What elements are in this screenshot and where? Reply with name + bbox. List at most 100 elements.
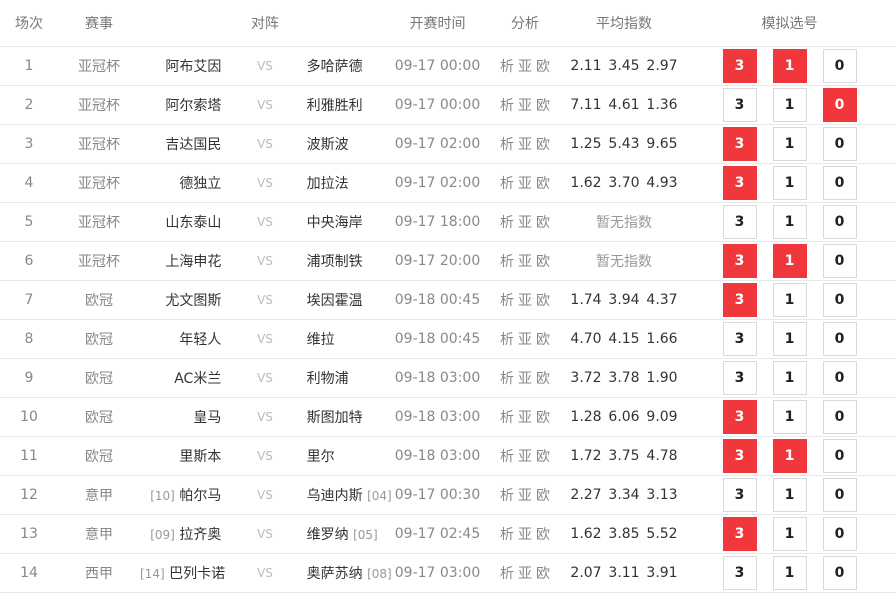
pick-3-button[interactable]: 3 bbox=[722, 478, 757, 512]
home-team[interactable]: 皇马 bbox=[193, 410, 221, 426]
pick-1-button[interactable]: 1 bbox=[772, 127, 807, 161]
asian-odds-link[interactable]: 亚 bbox=[518, 215, 532, 231]
european-odds-link[interactable]: 欧 bbox=[536, 410, 550, 426]
league-name[interactable]: 西甲 bbox=[58, 553, 140, 593]
pick-3-button[interactable]: 3 bbox=[722, 322, 757, 356]
asian-odds-link[interactable]: 亚 bbox=[518, 254, 532, 270]
pick-1-button[interactable]: 1 bbox=[772, 517, 807, 551]
pick-3-button[interactable]: 3 bbox=[722, 361, 757, 395]
european-odds-link[interactable]: 欧 bbox=[536, 293, 550, 309]
pick-3-button[interactable]: 3 bbox=[722, 556, 757, 590]
european-odds-link[interactable]: 欧 bbox=[536, 527, 550, 543]
pick-3-button[interactable]: 3 bbox=[722, 283, 757, 317]
pick-0-button[interactable]: 0 bbox=[822, 88, 857, 122]
league-name[interactable]: 亚冠杯 bbox=[58, 85, 140, 125]
home-team[interactable]: 上海申花 bbox=[165, 254, 221, 270]
away-team[interactable]: 埃因霍温 bbox=[307, 293, 363, 309]
pick-1-button[interactable]: 1 bbox=[772, 556, 807, 590]
european-odds-link[interactable]: 欧 bbox=[536, 566, 550, 582]
european-odds-link[interactable]: 欧 bbox=[536, 488, 550, 504]
away-team[interactable]: 维罗纳 bbox=[307, 527, 349, 543]
analysis-link[interactable]: 析 bbox=[500, 449, 514, 465]
european-odds-link[interactable]: 欧 bbox=[536, 371, 550, 387]
asian-odds-link[interactable]: 亚 bbox=[518, 410, 532, 426]
away-team[interactable]: 乌迪内斯 bbox=[307, 488, 363, 504]
asian-odds-link[interactable]: 亚 bbox=[518, 137, 532, 153]
league-name[interactable]: 欧冠 bbox=[58, 280, 140, 320]
european-odds-link[interactable]: 欧 bbox=[536, 332, 550, 348]
pick-0-button[interactable]: 0 bbox=[822, 322, 857, 356]
away-team[interactable]: 多哈萨德 bbox=[307, 59, 363, 75]
home-team[interactable]: 帕尔马 bbox=[179, 488, 221, 504]
home-team[interactable]: 吉达国民 bbox=[165, 137, 221, 153]
pick-0-button[interactable]: 0 bbox=[822, 439, 857, 473]
league-name[interactable]: 欧冠 bbox=[58, 319, 140, 359]
analysis-link[interactable]: 析 bbox=[500, 527, 514, 543]
analysis-link[interactable]: 析 bbox=[500, 371, 514, 387]
pick-1-button[interactable]: 1 bbox=[772, 205, 807, 239]
home-team[interactable]: 山东泰山 bbox=[165, 215, 221, 231]
european-odds-link[interactable]: 欧 bbox=[536, 59, 550, 75]
league-name[interactable]: 意甲 bbox=[58, 475, 140, 515]
league-name[interactable]: 欧冠 bbox=[58, 397, 140, 437]
asian-odds-link[interactable]: 亚 bbox=[518, 488, 532, 504]
asian-odds-link[interactable]: 亚 bbox=[518, 371, 532, 387]
pick-3-button[interactable]: 3 bbox=[722, 166, 757, 200]
pick-1-button[interactable]: 1 bbox=[772, 439, 807, 473]
home-team[interactable]: 拉齐奥 bbox=[179, 527, 221, 543]
away-team[interactable]: 中央海岸 bbox=[307, 215, 363, 231]
pick-3-button[interactable]: 3 bbox=[722, 127, 757, 161]
analysis-link[interactable]: 析 bbox=[500, 215, 514, 231]
asian-odds-link[interactable]: 亚 bbox=[518, 98, 532, 114]
european-odds-link[interactable]: 欧 bbox=[536, 98, 550, 114]
analysis-link[interactable]: 析 bbox=[500, 137, 514, 153]
away-team[interactable]: 维拉 bbox=[307, 332, 335, 348]
pick-3-button[interactable]: 3 bbox=[722, 205, 757, 239]
league-name[interactable]: 亚冠杯 bbox=[58, 46, 140, 86]
analysis-link[interactable]: 析 bbox=[500, 176, 514, 192]
league-name[interactable]: 欧冠 bbox=[58, 358, 140, 398]
asian-odds-link[interactable]: 亚 bbox=[518, 332, 532, 348]
pick-0-button[interactable]: 0 bbox=[822, 361, 857, 395]
european-odds-link[interactable]: 欧 bbox=[536, 137, 550, 153]
league-name[interactable]: 亚冠杯 bbox=[58, 124, 140, 164]
away-team[interactable]: 波斯波 bbox=[307, 137, 349, 153]
away-team[interactable]: 加拉法 bbox=[307, 176, 349, 192]
away-team[interactable]: 里尔 bbox=[307, 449, 335, 465]
asian-odds-link[interactable]: 亚 bbox=[518, 293, 532, 309]
pick-3-button[interactable]: 3 bbox=[722, 400, 757, 434]
analysis-link[interactable]: 析 bbox=[500, 254, 514, 270]
pick-0-button[interactable]: 0 bbox=[822, 166, 857, 200]
analysis-link[interactable]: 析 bbox=[500, 566, 514, 582]
analysis-link[interactable]: 析 bbox=[500, 59, 514, 75]
home-team[interactable]: 年轻人 bbox=[179, 332, 221, 348]
away-team[interactable]: 斯图加特 bbox=[307, 410, 363, 426]
away-team[interactable]: 浦项制铁 bbox=[307, 254, 363, 270]
analysis-link[interactable]: 析 bbox=[500, 332, 514, 348]
pick-0-button[interactable]: 0 bbox=[822, 478, 857, 512]
home-team[interactable]: 德独立 bbox=[179, 176, 221, 192]
european-odds-link[interactable]: 欧 bbox=[536, 215, 550, 231]
pick-3-button[interactable]: 3 bbox=[722, 244, 757, 278]
pick-0-button[interactable]: 0 bbox=[822, 556, 857, 590]
pick-1-button[interactable]: 1 bbox=[772, 166, 807, 200]
pick-1-button[interactable]: 1 bbox=[772, 88, 807, 122]
pick-3-button[interactable]: 3 bbox=[722, 439, 757, 473]
european-odds-link[interactable]: 欧 bbox=[536, 449, 550, 465]
pick-1-button[interactable]: 1 bbox=[772, 283, 807, 317]
analysis-link[interactable]: 析 bbox=[500, 488, 514, 504]
away-team[interactable]: 奥萨苏纳 bbox=[307, 566, 363, 582]
away-team[interactable]: 利物浦 bbox=[307, 371, 349, 387]
asian-odds-link[interactable]: 亚 bbox=[518, 566, 532, 582]
league-name[interactable]: 意甲 bbox=[58, 514, 140, 554]
pick-0-button[interactable]: 0 bbox=[822, 244, 857, 278]
home-team[interactable]: 尤文图斯 bbox=[165, 293, 221, 309]
pick-0-button[interactable]: 0 bbox=[822, 49, 857, 83]
asian-odds-link[interactable]: 亚 bbox=[518, 449, 532, 465]
analysis-link[interactable]: 析 bbox=[500, 410, 514, 426]
pick-0-button[interactable]: 0 bbox=[822, 205, 857, 239]
european-odds-link[interactable]: 欧 bbox=[536, 176, 550, 192]
pick-0-button[interactable]: 0 bbox=[822, 517, 857, 551]
pick-0-button[interactable]: 0 bbox=[822, 283, 857, 317]
analysis-link[interactable]: 析 bbox=[500, 293, 514, 309]
